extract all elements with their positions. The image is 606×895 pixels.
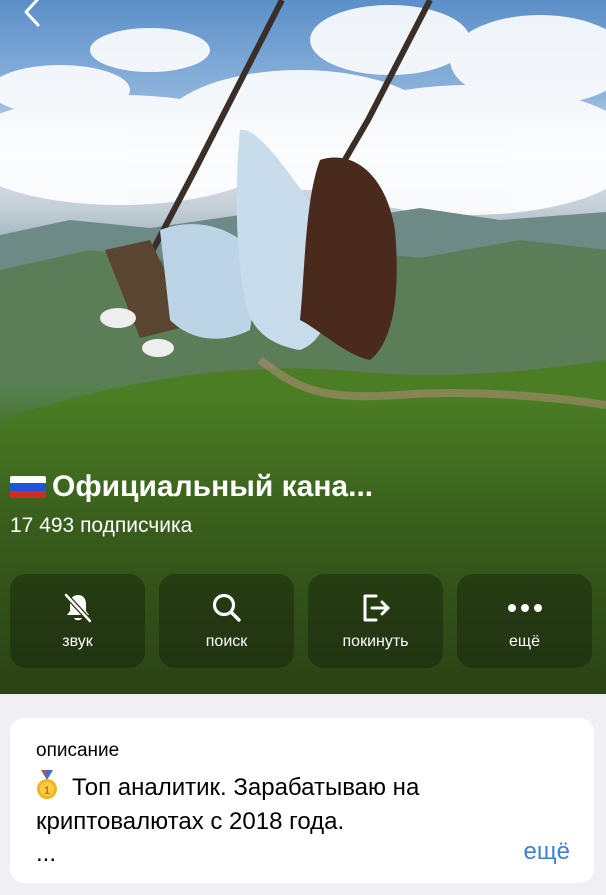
gold-medal-icon: 1 <box>37 770 57 799</box>
sound-button[interactable]: звук <box>10 574 145 668</box>
description-more-link[interactable]: ещё <box>524 838 570 866</box>
description-text-block: 1 Топ аналитик. Зарабатываю на криптовал… <box>36 770 556 839</box>
description-text: Топ аналитик. Зарабатываю на криптовалют… <box>36 774 420 835</box>
chevron-left-icon <box>24 0 40 27</box>
exit-icon <box>359 591 393 625</box>
back-button[interactable] <box>14 0 50 30</box>
description-ellipsis: ... <box>36 840 57 867</box>
subscriber-count: 17 493 подписчика <box>10 514 193 537</box>
more-label: ещё <box>509 633 540 650</box>
search-button[interactable]: поиск <box>159 574 294 668</box>
sound-label: звук <box>62 633 93 650</box>
svg-text:1: 1 <box>44 785 50 797</box>
description-heading: описание <box>36 740 120 761</box>
channel-title-row: Официальный кана... <box>10 470 373 504</box>
more-button[interactable]: ещё <box>457 574 592 668</box>
search-label: поиск <box>205 633 248 650</box>
description-card: описание 1 Топ аналитик. Зарабатываю на … <box>10 718 594 883</box>
flag-stripe-blue <box>10 483 46 491</box>
leave-button[interactable]: покинуть <box>308 574 443 668</box>
action-bar: звук поиск покинуть ещё <box>10 574 596 668</box>
leave-label: покинуть <box>342 633 409 650</box>
flag-stripe-white <box>10 476 46 484</box>
flag-stripe-red <box>10 490 46 498</box>
search-icon <box>211 591 243 625</box>
more-dots-icon <box>507 591 543 625</box>
channel-header: Официальный кана... 17 493 подписчика зв… <box>0 0 606 694</box>
channel-title: Официальный кана... <box>52 470 374 503</box>
bell-mute-icon <box>63 591 93 625</box>
russia-flag-icon <box>10 476 46 498</box>
